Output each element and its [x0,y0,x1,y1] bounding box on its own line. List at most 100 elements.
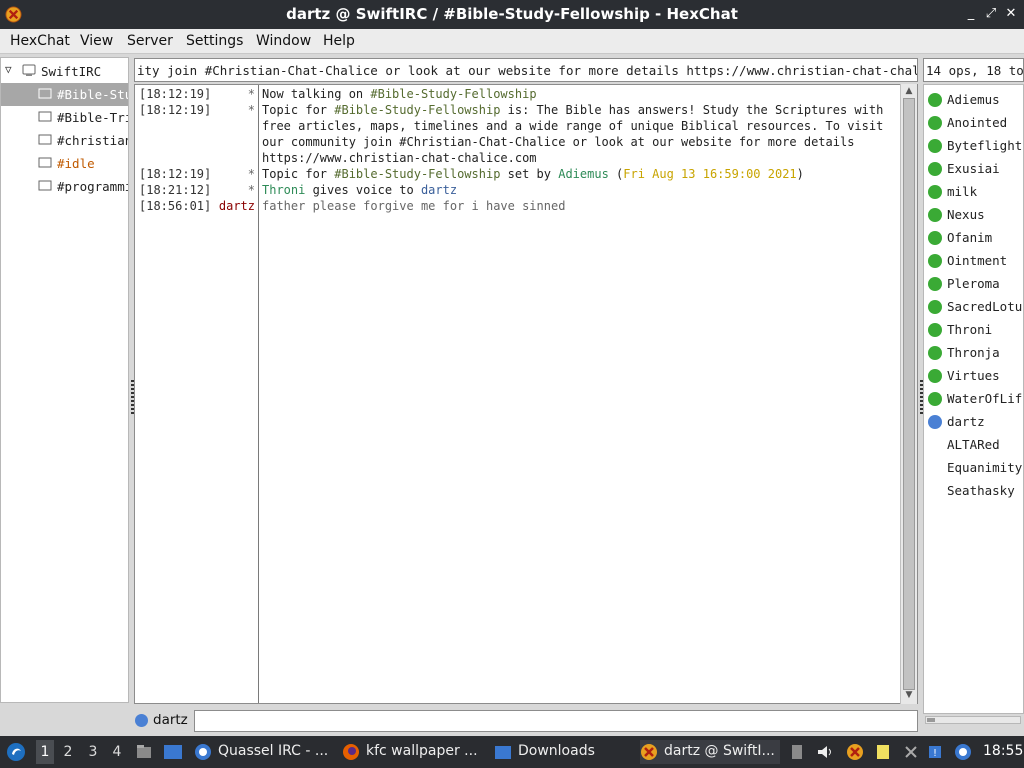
updates-icon[interactable]: ! [926,743,944,761]
minimize-button[interactable]: _ [963,6,979,22]
tree-channel-item[interactable]: #Bible-Stu [1,83,128,106]
message-input[interactable] [194,710,918,732]
menu-settings[interactable]: Settings [186,33,243,49]
user-list-item[interactable]: WaterOfLife [924,388,1023,411]
user-name: Nexus [947,207,985,222]
left-pane-grip[interactable] [131,380,134,416]
user-list-item[interactable]: Thronja [924,342,1023,365]
message-segment: https://www.christian-chat-chalice.com [262,151,537,165]
userlist-scrollbar[interactable] [925,716,1021,724]
menu-view[interactable]: View [80,33,113,49]
hexchat-tray-icon[interactable] [846,743,864,761]
nick-column[interactable]: * [135,183,255,197]
nick-column[interactable]: * [135,87,255,101]
user-list-item[interactable]: Anointed [924,112,1023,135]
user-name: Byteflight [947,138,1023,153]
user-name: Anointed [947,115,1008,130]
taskbar-task[interactable]: kfc wallpaper ... [342,740,482,764]
nick-column[interactable]: * [135,167,255,181]
chat-line: [18:12:19] * Topic for #Bible-Study-Fellow… [135,103,917,119]
nick-column[interactable]: dartz [135,199,255,213]
clipboard-icon[interactable] [788,743,806,761]
user-name: Ofanim [947,230,993,245]
user-name: ALTARed [947,437,1000,452]
start-menu-icon[interactable] [6,742,26,762]
notes-icon[interactable] [874,743,892,761]
workspace-4[interactable]: 4 [110,744,124,760]
volume-icon[interactable] [816,743,834,761]
user-list-item[interactable]: Ofanim [924,227,1023,250]
hexchat-icon [641,744,657,760]
scroll-up-icon[interactable]: ▲ [904,86,914,96]
task-label: Downloads [518,743,595,759]
message-text: our community join #Christian-Chat-Chali… [262,135,854,149]
network-icon[interactable] [902,743,920,761]
message-segment: father please forgive me for i have sinn… [262,199,566,213]
tree-channel-item[interactable]: #Bible-Tri [1,106,128,129]
channel-icon [38,88,52,99]
topic-bar[interactable]: ity join #Christian-Chat-Chalice or look… [134,58,918,82]
taskbar-task[interactable]: dartz @ SwiftI... [640,740,780,764]
user-list-item[interactable]: ALTARed [924,434,1023,457]
workspace-1[interactable]: 1 [36,740,54,764]
scroll-thumb[interactable] [903,98,915,690]
menu-server[interactable]: Server [127,33,173,49]
message-segment: ( [608,167,624,181]
expander-icon[interactable]: ▽ [5,63,12,76]
user-status-icon [928,369,942,383]
scroll-down-icon[interactable]: ▼ [904,690,914,700]
workspace-3[interactable]: 3 [86,744,100,760]
user-name: milk [947,184,978,199]
maximize-button[interactable]: ⤢ [983,6,999,22]
userlist-scroll-thumb[interactable] [927,718,935,722]
show-desktop-icon[interactable] [163,743,183,761]
message-segment: Topic for [262,167,335,181]
user-list-item[interactable]: Ointment [924,250,1023,273]
nick-button[interactable]: dartz [153,712,188,728]
tree-channel-item[interactable]: #programmi [1,175,128,198]
clock[interactable]: 18:55 [983,743,1023,759]
user-list-item[interactable]: Byteflight [924,135,1023,158]
user-status-icon [928,277,942,291]
menu-window[interactable]: Window [256,33,311,49]
message-segment: #Bible-Study-Fellowship [334,103,501,117]
file-manager-icon[interactable] [135,743,153,761]
user-list-item[interactable]: Throni [924,319,1023,342]
quassel-tray-icon[interactable] [954,743,972,761]
user-list-item[interactable]: Equanimity [924,457,1023,480]
message-text: Topic for #Bible-Study-Fellowship set by… [262,167,804,181]
taskbar-task[interactable]: Downloads [494,740,624,764]
chat-line: free articles, maps, timelines and a wid… [135,119,917,135]
user-list: Adiemus Anointed Byteflight Exusiai milk Nexu… [923,84,1024,714]
message-segment: Now talking on [262,87,371,101]
user-count: 14 ops, 18 tota [923,58,1024,82]
user-list-item[interactable]: Pleroma [924,273,1023,296]
tree-server-swiftirc[interactable]: ▽ SwiftIRC [1,60,128,83]
message-segment: ) [796,167,804,181]
tree-channel-item[interactable]: #christian [1,129,128,152]
user-name: Equanimity [947,460,1023,475]
channel-icon [38,180,52,191]
user-list-item[interactable]: milk [924,181,1023,204]
user-list-item[interactable]: Adiemus [924,89,1023,112]
taskbar: 1234 Quassel IRC - ... kfc wallpaper ... D… [0,736,1024,768]
user-list-item[interactable]: dartz [924,411,1023,434]
tree-channel-item[interactable]: #idle [1,152,128,175]
menu-help[interactable]: Help [323,33,355,49]
user-list-item[interactable]: SacredLotus [924,296,1023,319]
message-text: Topic for #Bible-Study-Fellowship is: Th… [262,103,883,117]
user-list-item[interactable]: Nexus [924,204,1023,227]
close-button[interactable]: ✕ [1003,6,1019,22]
voice-status-icon [135,714,148,727]
nick-column[interactable]: * [135,103,255,117]
folder-icon [495,746,511,759]
user-name: Exusiai [947,161,1000,176]
chat-scrollbar[interactable]: ▲ ▼ [900,84,917,704]
taskbar-task[interactable]: Quassel IRC - ... [194,740,334,764]
user-list-item[interactable]: Exusiai [924,158,1023,181]
chat-log[interactable]: [18:12:19] * Now talking on #Bible-Study-F… [134,84,918,704]
menu-hexchat[interactable]: HexChat [10,33,70,49]
user-list-item[interactable]: Virtues [924,365,1023,388]
user-list-item[interactable]: Seathasky [924,480,1023,503]
workspace-2[interactable]: 2 [61,744,75,760]
